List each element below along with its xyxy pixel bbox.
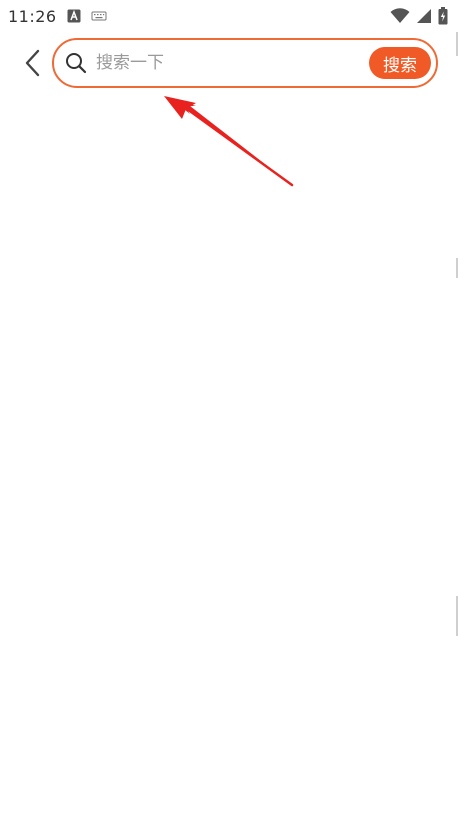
status-left: 11:26 (8, 7, 107, 26)
chevron-left-icon (25, 49, 40, 77)
annotation-arrow (164, 96, 294, 187)
status-time: 11:26 (8, 6, 57, 26)
status-right (390, 7, 448, 25)
wifi-icon (390, 8, 410, 24)
font-a-icon (67, 9, 81, 23)
back-button[interactable] (18, 46, 48, 80)
search-screen: 11:26 搜索一下 搜索 (0, 0, 458, 814)
search-button[interactable]: 搜索 (369, 47, 431, 79)
signal-icon (416, 8, 432, 24)
search-bar[interactable]: 搜索 (52, 38, 438, 88)
status-bar: 11:26 (0, 0, 458, 32)
keyboard-icon (91, 10, 107, 22)
search-input[interactable] (96, 48, 369, 78)
battery-charging-icon (438, 7, 448, 25)
search-icon (64, 51, 88, 75)
search-header: 搜索 (0, 36, 458, 90)
